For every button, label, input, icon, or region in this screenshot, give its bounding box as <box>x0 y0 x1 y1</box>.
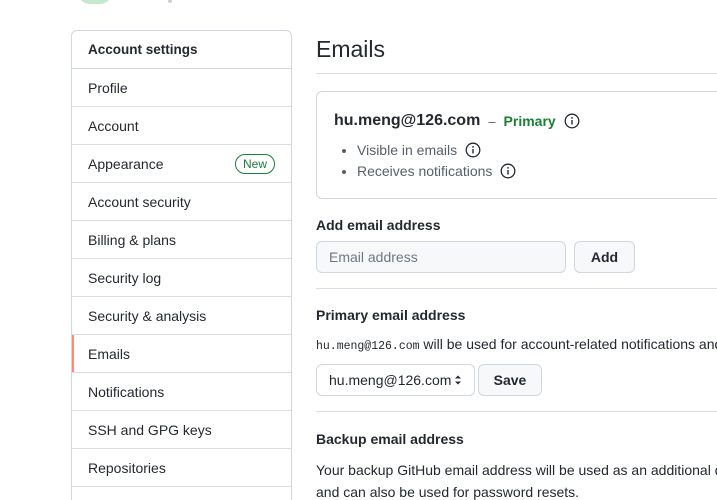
sidebar-item-profile[interactable]: Profile <box>72 69 291 107</box>
backup-email-description: Your backup GitHub email address will be… <box>316 459 717 500</box>
sidebar-item-label: Billing & plans <box>88 231 176 248</box>
sidebar-item-label: Notifications <box>88 383 165 400</box>
page-title: Emails <box>316 36 386 62</box>
sidebar-item-emails[interactable]: Emails <box>72 335 291 373</box>
add-email-button[interactable]: Add <box>574 241 635 273</box>
description-line: Your backup GitHub email address will be… <box>316 462 717 478</box>
primary-email-select[interactable]: hu.meng@126.com <box>316 364 475 396</box>
info-icon[interactable] <box>500 163 516 179</box>
sidebar-item-label: SSH and GPG keys <box>88 421 212 438</box>
sidebar-item-appearance[interactable]: Appearance New <box>72 145 291 183</box>
sidebar-item-repositories[interactable]: Repositories <box>72 449 291 487</box>
primary-label: Primary <box>503 113 556 129</box>
sidebar-item-label: Repositories <box>88 459 166 476</box>
settings-sidebar: Account settings Profile Account Appeara… <box>71 30 292 500</box>
email-address: hu.meng@126.com <box>334 112 481 129</box>
sidebar-item-label: Account <box>88 117 139 134</box>
sidebar-item-account[interactable]: Account <box>72 107 291 145</box>
description-text: will be used for account-related notific… <box>419 336 717 352</box>
sidebar-item-billing[interactable]: Billing & plans <box>72 221 291 259</box>
list-item: Receives notifications <box>357 163 516 184</box>
primary-email-label: Primary email address <box>316 307 466 323</box>
email-properties-list: Visible in emails Receives notifications <box>357 142 516 184</box>
sidebar-item-label: Profile <box>88 79 128 96</box>
description-line: and can also be used for password resets… <box>316 484 580 500</box>
email-code: hu.meng@126.com <box>316 340 420 353</box>
info-icon[interactable] <box>564 113 580 129</box>
select-value: hu.meng@126.com <box>329 372 452 388</box>
email-address-input[interactable] <box>316 241 566 273</box>
avatar-fragment <box>78 0 112 4</box>
new-badge: New <box>234 153 275 174</box>
sidebar-item-security-log[interactable]: Security log <box>72 259 291 297</box>
save-button[interactable]: Save <box>478 364 542 396</box>
sidebar-header: Account settings <box>72 31 291 69</box>
sidebar-item-label: Security log <box>88 269 162 286</box>
property-label: Receives notifications <box>357 163 493 179</box>
property-label: Visible in emails <box>357 142 458 158</box>
list-item: Visible in emails <box>357 142 516 163</box>
sidebar-item-account-security[interactable]: Account security <box>72 183 291 221</box>
select-arrows-icon <box>455 375 461 385</box>
email-card: hu.meng@126.com – Primary Visible in ema… <box>316 91 717 199</box>
info-icon[interactable] <box>465 142 481 158</box>
divider <box>316 73 717 74</box>
backup-email-label: Backup email address <box>316 431 464 447</box>
divider <box>316 411 717 412</box>
primary-email-description: hu.meng@126.com will be used for account… <box>316 336 717 353</box>
sidebar-item-notifications[interactable]: Notifications <box>72 373 291 411</box>
header-fragment <box>168 0 172 3</box>
separator-dash: – <box>488 113 496 129</box>
add-email-label: Add email address <box>316 217 441 233</box>
divider <box>316 288 717 289</box>
sidebar-item-label: Security & analysis <box>88 307 207 324</box>
sidebar-item-security-analysis[interactable]: Security & analysis <box>72 297 291 335</box>
sidebar-item-label: Account security <box>88 193 191 210</box>
sidebar-item-label: Appearance <box>88 155 164 172</box>
sidebar-item-ssh-gpg[interactable]: SSH and GPG keys <box>72 411 291 449</box>
sidebar-item-label: Emails <box>88 345 131 362</box>
